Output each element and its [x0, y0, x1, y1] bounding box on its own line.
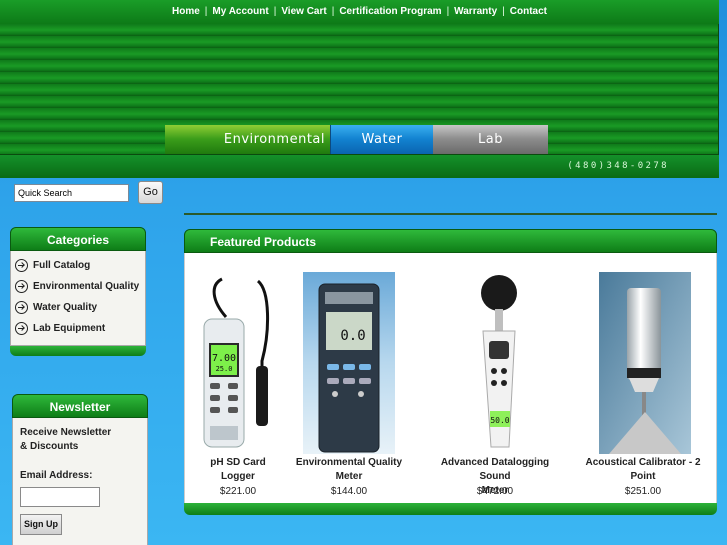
- nav-separator: |: [204, 6, 208, 17]
- arrow-right-circle-icon: [15, 259, 28, 272]
- category-item-water-quality[interactable]: Water Quality: [15, 297, 145, 318]
- nav-warranty-link[interactable]: Warranty: [454, 6, 497, 17]
- product-name-line-1[interactable]: Acoustical Calibrator - 2: [585, 457, 700, 468]
- categories-box: Categories Full Catalog Environmental Qu…: [10, 227, 146, 356]
- categories-body: Full Catalog Environmental Quality Water…: [10, 251, 146, 346]
- categories-list: Full Catalog Environmental Quality Water…: [11, 251, 145, 345]
- featured-footer: [184, 503, 717, 515]
- product-name-line-1[interactable]: Environmental Quality: [296, 457, 402, 468]
- newsletter-box: Newsletter Receive Newsletter & Discount…: [12, 394, 148, 545]
- nav-contact-link[interactable]: Contact: [510, 6, 547, 17]
- arrow-right-circle-icon: [15, 280, 28, 293]
- category-tabs: Environmental Quality Water Quality Lab …: [165, 125, 548, 176]
- svg-text:0.0: 0.0: [340, 328, 365, 344]
- featured-title: Featured Products: [184, 229, 717, 253]
- newsletter-line-2: & Discounts: [20, 441, 79, 452]
- ph-logger-image[interactable]: 7.00 25.0: [200, 271, 274, 453]
- quick-search-input[interactable]: [14, 184, 129, 202]
- product-name-line-2[interactable]: Meter: [336, 471, 363, 482]
- nav-separator: |: [331, 6, 335, 17]
- product-name[interactable]: Acoustical Calibrator - 2 Point: [573, 456, 713, 484]
- search-go-button[interactable]: Go: [138, 181, 163, 204]
- product-price: $144.00: [330, 486, 368, 497]
- product-name-line-1[interactable]: Advanced Datalogging Sound: [441, 457, 549, 482]
- svg-text:25.0: 25.0: [216, 365, 233, 373]
- featured-products: Featured Products 7.00 25.0 pH SD Card L…: [184, 229, 717, 515]
- environmental-meter-image[interactable]: 0.0: [303, 272, 395, 454]
- phone-number: (480)348-0278: [567, 161, 669, 171]
- categories-title: Categories: [10, 227, 146, 251]
- top-navigation: Home | My Account | View Cart | Certification …: [0, 0, 719, 24]
- category-label: Lab Equipment: [33, 323, 106, 334]
- category-label: Water Quality: [33, 302, 98, 313]
- sign-up-button[interactable]: Sign Up: [20, 514, 62, 535]
- tab-water-quality[interactable]: Water Quality: [330, 125, 433, 176]
- site-header: Home | My Account | View Cart | Certification …: [0, 0, 719, 178]
- newsletter-title: Newsletter: [12, 394, 148, 418]
- product-name[interactable]: Environmental Quality Meter: [279, 456, 419, 484]
- product-name-line-1[interactable]: pH SD Card: [210, 457, 266, 468]
- nav-separator: |: [446, 6, 450, 17]
- svg-text:7.00: 7.00: [212, 353, 236, 364]
- content-divider: [184, 213, 717, 215]
- category-label: Full Catalog: [33, 260, 91, 271]
- nav-view-cart-link[interactable]: View Cart: [281, 6, 326, 17]
- acoustical-calibrator-image[interactable]: [599, 272, 691, 454]
- tab-environmental-quality[interactable]: Environmental Quality: [165, 125, 330, 176]
- newsletter-line-1: Receive Newsletter: [20, 427, 112, 438]
- sound-meter-image[interactable]: 50.0: [469, 271, 525, 453]
- categories-footer: [10, 346, 146, 356]
- product-name-line-2[interactable]: Logger: [221, 471, 255, 482]
- nav-separator: |: [502, 6, 505, 17]
- arrow-right-circle-icon: [15, 322, 28, 335]
- product-price: $251.00: [624, 486, 662, 497]
- nav-my-account-link[interactable]: My Account: [212, 6, 268, 17]
- product-price: $472.00: [476, 486, 514, 497]
- arrow-right-circle-icon: [15, 301, 28, 314]
- email-label: Email Address:: [20, 470, 93, 481]
- nav-home-link[interactable]: Home: [172, 6, 200, 17]
- category-item-lab-equipment[interactable]: Lab Equipment: [15, 318, 145, 339]
- category-item-environmental-quality[interactable]: Environmental Quality: [15, 276, 145, 297]
- newsletter-body: Receive Newsletter & Discounts Email Add…: [12, 418, 148, 545]
- nav-certification-link[interactable]: Certification Program: [339, 6, 441, 17]
- featured-body: 7.00 25.0 pH SD Card Logger $221.00 0.0 …: [184, 253, 717, 503]
- phone-bar: (480)348-0278: [0, 154, 719, 178]
- category-label: Environmental Quality: [33, 281, 140, 292]
- nav-separator: |: [273, 6, 277, 17]
- email-field[interactable]: [20, 487, 100, 507]
- category-item-full-catalog[interactable]: Full Catalog: [15, 255, 145, 276]
- svg-text:50.0: 50.0: [490, 416, 509, 425]
- product-name-line-2[interactable]: Point: [631, 471, 656, 482]
- tab-lab-equipment[interactable]: Lab Equipment: [433, 125, 548, 176]
